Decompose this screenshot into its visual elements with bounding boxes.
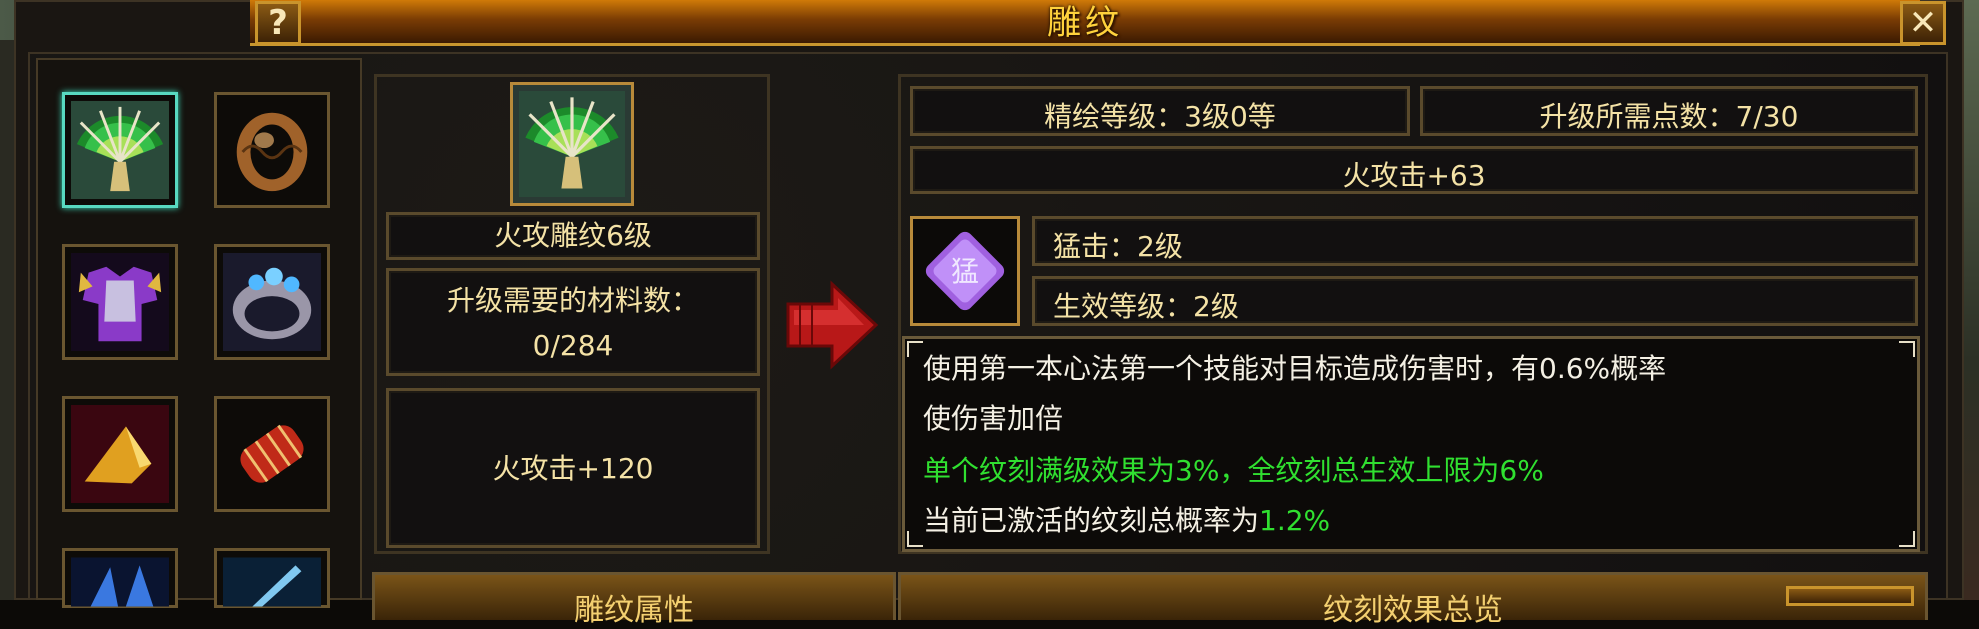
equipment-slot-8[interactable] bbox=[214, 548, 330, 608]
equipment-slot-6[interactable] bbox=[214, 396, 330, 512]
carving-name: 火攻雕纹6级 bbox=[494, 219, 652, 252]
equipment-slot-7[interactable] bbox=[62, 548, 178, 608]
corner-bracket bbox=[1899, 341, 1915, 357]
carving-item-slot bbox=[510, 82, 634, 206]
skill-name: 猛击：2级 bbox=[1053, 230, 1183, 263]
red-bracer-icon bbox=[223, 405, 321, 503]
bronze-ring-icon bbox=[223, 101, 321, 199]
purple-armor-icon bbox=[71, 253, 169, 351]
effect-description-box: 使用第一本心法第一个技能对目标造成伤害时，有0.6%概率 使伤害加倍 单个纹刻满… bbox=[902, 336, 1920, 552]
corner-bracket bbox=[907, 531, 923, 547]
close-button[interactable]: ✕ bbox=[1900, 1, 1946, 45]
description-line-2: 使伤害加倍 bbox=[923, 402, 1064, 435]
corner-bracket bbox=[907, 341, 923, 357]
tab-effect-overview[interactable]: 纹刻效果总览 bbox=[898, 572, 1928, 628]
tab-carving-attributes[interactable]: 雕纹属性 bbox=[372, 572, 896, 628]
upgrade-points: 升级所需点数：7/30 bbox=[1539, 100, 1799, 133]
material-label: 升级需要的材料数： bbox=[446, 284, 699, 317]
arrow-right-icon bbox=[786, 280, 879, 370]
skill-rune-icon: 猛 bbox=[925, 231, 1005, 311]
tab-carving-attributes-label: 雕纹属性 bbox=[574, 593, 694, 628]
active-rate-label: 当前已激活的纹刻总概率为 bbox=[923, 504, 1260, 537]
fan-weapon-icon bbox=[519, 91, 625, 197]
carving-name-box: 火攻雕纹6级 bbox=[386, 212, 760, 260]
equipment-slot-4[interactable] bbox=[214, 244, 330, 360]
svg-text:猛: 猛 bbox=[951, 255, 979, 288]
fan-weapon-icon bbox=[71, 101, 169, 199]
skill-name-box: 猛击：2级 bbox=[1032, 216, 1918, 266]
carving-attribute: 火攻击+120 bbox=[492, 452, 654, 485]
refine-attribute: 火攻击+63 bbox=[1342, 159, 1486, 192]
material-value: 0/284 bbox=[532, 329, 614, 362]
description-line-4: 当前已激活的纹刻总概率为1.2% bbox=[923, 499, 1330, 539]
equipment-slot-3[interactable] bbox=[62, 244, 178, 360]
help-button[interactable]: ? bbox=[255, 1, 301, 45]
equipment-slot-1[interactable] bbox=[62, 92, 178, 208]
material-box: 升级需要的材料数： 0/284 bbox=[386, 268, 760, 376]
window-title: 雕纹 bbox=[1047, 3, 1123, 43]
tab-effect-overview-label: 纹刻效果总览 bbox=[1323, 593, 1503, 628]
carving-attribute-box: 火攻击+120 bbox=[386, 388, 760, 548]
gold-shoulder-icon bbox=[71, 405, 169, 503]
jeweled-ring-icon bbox=[223, 253, 321, 351]
refine-level-box: 精绘等级：3级0等 bbox=[910, 86, 1410, 136]
equipment-slot-5[interactable] bbox=[62, 396, 178, 512]
upgrade-points-box: 升级所需点数：7/30 bbox=[1420, 86, 1918, 136]
active-rate-value: 1.2% bbox=[1259, 504, 1331, 537]
equipment-slot-2[interactable] bbox=[214, 92, 330, 208]
refine-level: 精绘等级：3级0等 bbox=[1044, 100, 1276, 133]
refine-attribute-box: 火攻击+63 bbox=[910, 146, 1918, 194]
tab-side-button[interactable] bbox=[1786, 586, 1914, 606]
description-line-3: 单个纹刻满级效果为3%，全纹刻总生效上限为6% bbox=[923, 454, 1544, 487]
skill-icon-slot[interactable]: 猛 bbox=[910, 216, 1020, 326]
description-line-1: 使用第一本心法第一个技能对目标造成伤害时，有0.6%概率 bbox=[923, 352, 1667, 385]
corner-bracket bbox=[1899, 531, 1915, 547]
skill-effect-level-box: 生效等级：2级 bbox=[1032, 276, 1918, 326]
skill-effect-level: 生效等级：2级 bbox=[1053, 290, 1239, 323]
